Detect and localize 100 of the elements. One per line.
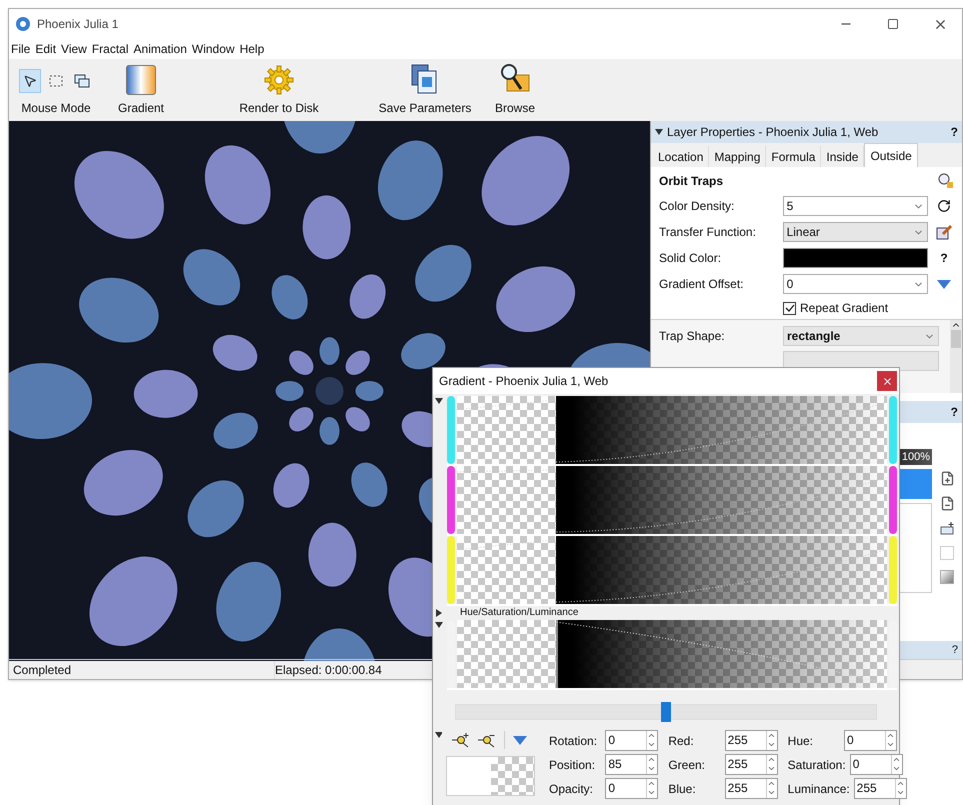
- edit-icon[interactable]: [936, 224, 952, 240]
- selection-rect-icon: [48, 74, 64, 88]
- spin-down-icon[interactable]: [647, 764, 656, 773]
- menu-item[interactable]: Help: [240, 40, 264, 58]
- slider-thumb[interactable]: [661, 702, 671, 722]
- checkbox[interactable]: [783, 302, 796, 314]
- add-point-icon[interactable]: [452, 732, 470, 748]
- magnifier-icon[interactable]: [938, 173, 954, 189]
- gradient-channel-strip[interactable]: [457, 620, 887, 688]
- section-label: Hue/Saturation/Luminance: [460, 608, 578, 618]
- spin-down-icon[interactable]: [886, 740, 895, 749]
- add-document-icon[interactable]: [940, 471, 954, 486]
- spin-up-icon[interactable]: [766, 755, 776, 764]
- close-button[interactable]: [877, 371, 897, 391]
- menu-item[interactable]: View: [61, 40, 87, 58]
- color-swatch[interactable]: [782, 248, 928, 268]
- dropdown-triangle-icon[interactable]: [513, 736, 528, 744]
- menu-item[interactable]: Window: [192, 40, 235, 58]
- dropdown[interactable]: rectangle: [783, 326, 939, 346]
- collapse-triangle-icon[interactable]: [435, 732, 442, 738]
- spin-up-icon[interactable]: [647, 779, 656, 788]
- field-label: Solid Color:: [659, 250, 722, 267]
- field-label: Luminance:: [788, 780, 850, 798]
- field-label: Blue:: [668, 780, 697, 798]
- add-layer-icon[interactable]: [940, 521, 954, 536]
- panel-title: Layer Properties - Phoenix Julia 1, Web: [667, 124, 880, 141]
- windows-icon: [74, 74, 90, 88]
- spin-up-icon[interactable]: [896, 779, 905, 788]
- collapse-triangle-icon[interactable]: [435, 622, 443, 628]
- spin-up-icon[interactable]: [886, 731, 895, 740]
- number-spinbox[interactable]: 255: [724, 778, 778, 799]
- maximize-icon[interactable]: [887, 18, 899, 30]
- mouse-mode-tool[interactable]: [19, 69, 41, 93]
- toolbar-button[interactable]: Gradient: [103, 65, 179, 117]
- menu-item[interactable]: Fractal: [92, 40, 129, 58]
- help-mark[interactable]: ?: [940, 249, 948, 267]
- dialog-title: Gradient - Phoenix Julia 1, Web: [439, 373, 608, 390]
- tab[interactable]: Outside: [864, 143, 918, 167]
- field-label: Opacity:: [549, 780, 594, 798]
- field-label: Hue:: [788, 732, 814, 750]
- number-spinbox[interactable]: 0: [844, 730, 897, 751]
- spin-down-icon[interactable]: [647, 788, 656, 797]
- scroll-thumb[interactable]: [951, 330, 961, 348]
- field-label: Color Density:: [659, 198, 736, 215]
- field-label: Rotation:: [549, 732, 598, 750]
- toolbar-button[interactable]: Browse: [485, 63, 545, 117]
- number-spinbox[interactable]: 0: [850, 754, 903, 775]
- spin-down-icon[interactable]: [892, 764, 901, 773]
- spin-up-icon[interactable]: [766, 779, 776, 788]
- spin-up-icon[interactable]: [892, 755, 901, 764]
- spin-up-icon[interactable]: [766, 731, 776, 740]
- collapse-triangle-icon[interactable]: [435, 398, 443, 404]
- dropdown[interactable]: Linear: [782, 222, 928, 242]
- field-label: Transfer Function:: [659, 224, 757, 241]
- field-label: Trap Shape:: [659, 328, 726, 345]
- dropdown[interactable]: 5: [782, 196, 928, 216]
- section-title: Orbit Traps: [659, 173, 724, 190]
- spin-down-icon[interactable]: [647, 740, 656, 749]
- spin-down-icon[interactable]: [766, 740, 776, 749]
- spin-up-icon[interactable]: [647, 755, 656, 764]
- help-mark[interactable]: ?: [950, 123, 958, 141]
- gear-icon: [264, 65, 294, 95]
- slider-track[interactable]: [455, 704, 877, 720]
- field-label: Red:: [668, 732, 695, 750]
- gradient-square-icon[interactable]: [940, 570, 954, 584]
- status-text: Completed: [9, 660, 275, 678]
- scrollbar[interactable]: [950, 320, 962, 393]
- menu-item[interactable]: File: [11, 40, 30, 58]
- menu-item[interactable]: Edit: [35, 40, 56, 58]
- menu-item[interactable]: Animation: [134, 40, 187, 58]
- toolbar-label: Mouse Mode: [21, 100, 91, 117]
- collapse-triangle-icon[interactable]: [655, 129, 663, 135]
- toolbar-button[interactable]: Render to Disk: [219, 65, 339, 117]
- number-spinbox[interactable]: 255: [854, 778, 907, 799]
- gradient-channel-strip[interactable]: [457, 396, 887, 464]
- expand-triangle-icon[interactable]: [436, 609, 442, 617]
- number-spinbox[interactable]: 255: [724, 730, 778, 751]
- toolbar-button[interactable]: Save Parameters: [365, 63, 485, 117]
- close-icon[interactable]: [882, 376, 892, 386]
- gradient-icon: [126, 65, 156, 95]
- help-mark[interactable]: ?: [950, 403, 958, 421]
- number-spinbox[interactable]: 85: [605, 754, 658, 775]
- spin-down-icon[interactable]: [896, 788, 905, 797]
- spin-up-icon[interactable]: [647, 731, 656, 740]
- number-spinbox[interactable]: 0: [605, 730, 658, 751]
- channel-color-bar: [889, 396, 897, 464]
- help-mark[interactable]: ?: [952, 642, 958, 658]
- gradient-channel-strip[interactable]: [457, 536, 887, 604]
- channel-color-bar: [889, 466, 897, 534]
- reset-icon[interactable]: [937, 199, 952, 213]
- spin-down-icon[interactable]: [766, 764, 776, 773]
- dropdown-triangle-icon[interactable]: [937, 280, 952, 288]
- spin-down-icon[interactable]: [766, 788, 776, 797]
- channel-color-bar: [889, 536, 897, 604]
- number-spinbox[interactable]: 255: [724, 754, 778, 775]
- remove-document-icon[interactable]: [940, 496, 954, 511]
- remove-point-icon[interactable]: [478, 732, 496, 748]
- number-spinbox[interactable]: 0: [605, 778, 658, 799]
- gradient-channel-strip[interactable]: [457, 466, 887, 534]
- dropdown[interactable]: 0: [782, 274, 928, 294]
